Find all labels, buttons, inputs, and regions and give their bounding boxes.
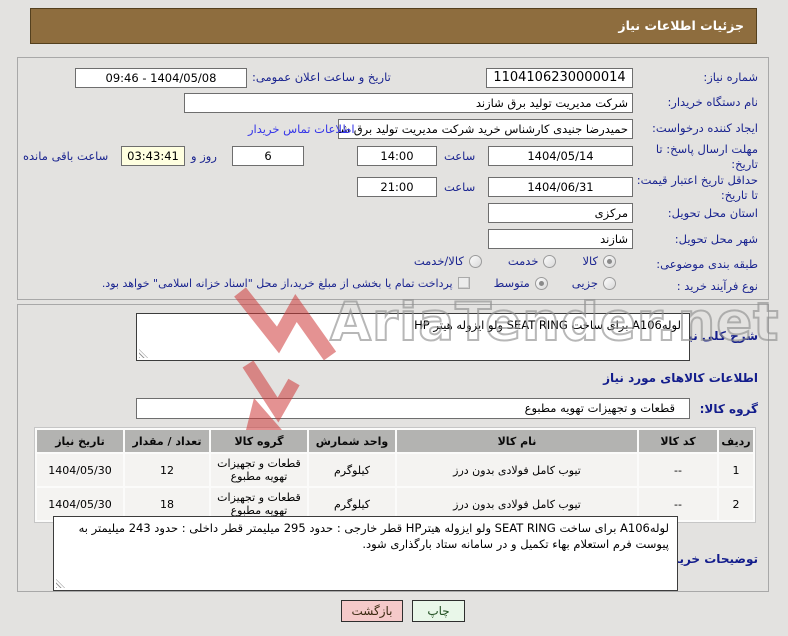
resize-handle-icon[interactable] (56, 579, 65, 588)
treasury-payment-checkbox[interactable]: پرداخت تمام یا بخشی از مبلغ خرید،از محل … (102, 277, 470, 290)
col-need-date: تاریخ نیاز (37, 430, 123, 452)
general-info-box: شماره نیاز: 1104106230000014 تاریخ و ساع… (17, 57, 769, 300)
buyer-org-field[interactable]: شرکت مدیریت تولید برق شازند (184, 93, 633, 113)
city-label: شهر محل تحویل: (674, 232, 758, 246)
announce-datetime-label: تاریخ و ساعت اعلان عمومی: (252, 70, 391, 84)
classification-label: طبقه بندی موضوعی: (656, 257, 758, 271)
validity-label-line1: حداقل تاریخ اعتبار قیمت: (636, 173, 758, 187)
goods-table: ردیف کد کالا نام کالا واحد شمارش گروه کا… (34, 427, 756, 523)
deadline-label-line1: مهلت ارسال پاسخ: تا (655, 142, 758, 156)
buyer-contact-link[interactable]: اطلاعات تماس خریدار (248, 122, 355, 136)
goods-group-label: گروه کالا: (699, 402, 758, 416)
col-goods-name: نام کالا (397, 430, 637, 452)
col-row-number: ردیف (719, 430, 753, 452)
goods-section-title: اطلاعات کالاهای مورد نیاز (603, 371, 758, 385)
goods-group-field[interactable]: قطعات و تجهیزات تهویه مطبوع (136, 398, 690, 419)
classification-options: کالا خدمت کالا/خدمت (414, 254, 616, 268)
need-number-label: شماره نیاز: (703, 70, 758, 84)
radio-icon[interactable] (534, 276, 548, 290)
col-quantity: تعداد / مقدار (125, 430, 209, 452)
remaining-timer-field: 03:43:41 (121, 146, 185, 166)
days-and-label: روز و (191, 149, 217, 163)
creator-field[interactable]: حمیدرضا جنیدی کارشناس خرید شرکت مدیریت ت… (338, 119, 633, 139)
radio-icon[interactable] (543, 254, 557, 268)
deadline-time-field[interactable]: 14:00 (357, 146, 437, 166)
table-row: 1 -- تیوب کامل فولادی بدون درز کیلوگرم ق… (37, 454, 753, 486)
validity-hour-label: ساعت (444, 180, 476, 194)
radio-option-minor[interactable]: جزیی (572, 276, 616, 290)
validity-label-line2: تا تاریخ: (720, 188, 758, 202)
process-type-options: جزیی متوسط پرداخت تمام یا بخشی از مبلغ خ… (102, 276, 616, 290)
deadline-label-line2: تاریخ: (731, 157, 758, 171)
validity-time-field[interactable]: 21:00 (357, 177, 437, 197)
col-goods-code: کد کالا (639, 430, 717, 452)
table-header-row: ردیف کد کالا نام کالا واحد شمارش گروه کا… (37, 430, 753, 452)
province-field[interactable]: مرکزی (488, 203, 633, 223)
province-label: استان محل تحویل: (667, 206, 758, 220)
description-textarea[interactable]: لولهA106 برای ساخت SEAT RING ولو ایزوله … (136, 313, 690, 361)
validity-date-field[interactable]: 1404/06/31 (488, 177, 633, 197)
tender-detail-page: جزئیات اطلاعات نیاز شماره نیاز: 11041062… (0, 0, 788, 636)
need-number-field[interactable]: 1104106230000014 (486, 68, 633, 88)
creator-label: ایجاد کننده درخواست: (652, 121, 758, 135)
resize-handle-icon[interactable] (139, 349, 148, 358)
deadline-date-field[interactable]: 1404/05/14 (488, 146, 633, 166)
radio-icon[interactable] (468, 254, 482, 268)
col-unit: واحد شمارش (309, 430, 395, 452)
radio-option-goods[interactable]: کالا (582, 254, 616, 268)
radio-icon[interactable] (603, 254, 616, 268)
radio-option-medium[interactable]: متوسط (494, 276, 548, 290)
radio-icon[interactable] (603, 276, 616, 290)
deadline-hour-label: ساعت (444, 149, 476, 163)
back-button[interactable]: بازگشت (341, 600, 403, 622)
city-field[interactable]: شازند (488, 229, 633, 249)
remaining-days-field[interactable]: 6 (232, 146, 304, 166)
buyer-org-label: نام دستگاه خریدار: (667, 95, 758, 109)
page-title: جزئیات اطلاعات نیاز (30, 8, 757, 44)
remaining-hours-label: ساعت باقی مانده (23, 149, 109, 163)
radio-option-goods-service[interactable]: کالا/خدمت (414, 254, 482, 268)
goods-info-box: شرح کلی نیاز: لولهA106 برای ساخت SEAT RI… (17, 304, 769, 592)
radio-option-service[interactable]: خدمت (508, 254, 557, 268)
col-goods-group: گروه کالا (211, 430, 307, 452)
announce-datetime-field[interactable]: 1404/05/08 - 09:46 (75, 68, 247, 88)
process-type-label: نوع فرآیند خرید : (676, 279, 758, 293)
buyer-notes-textarea[interactable]: لولهA106 برای ساخت SEAT RING ولو ایزوله … (53, 516, 678, 591)
print-button[interactable]: چاپ (412, 600, 465, 622)
checkbox-icon[interactable] (457, 277, 470, 289)
